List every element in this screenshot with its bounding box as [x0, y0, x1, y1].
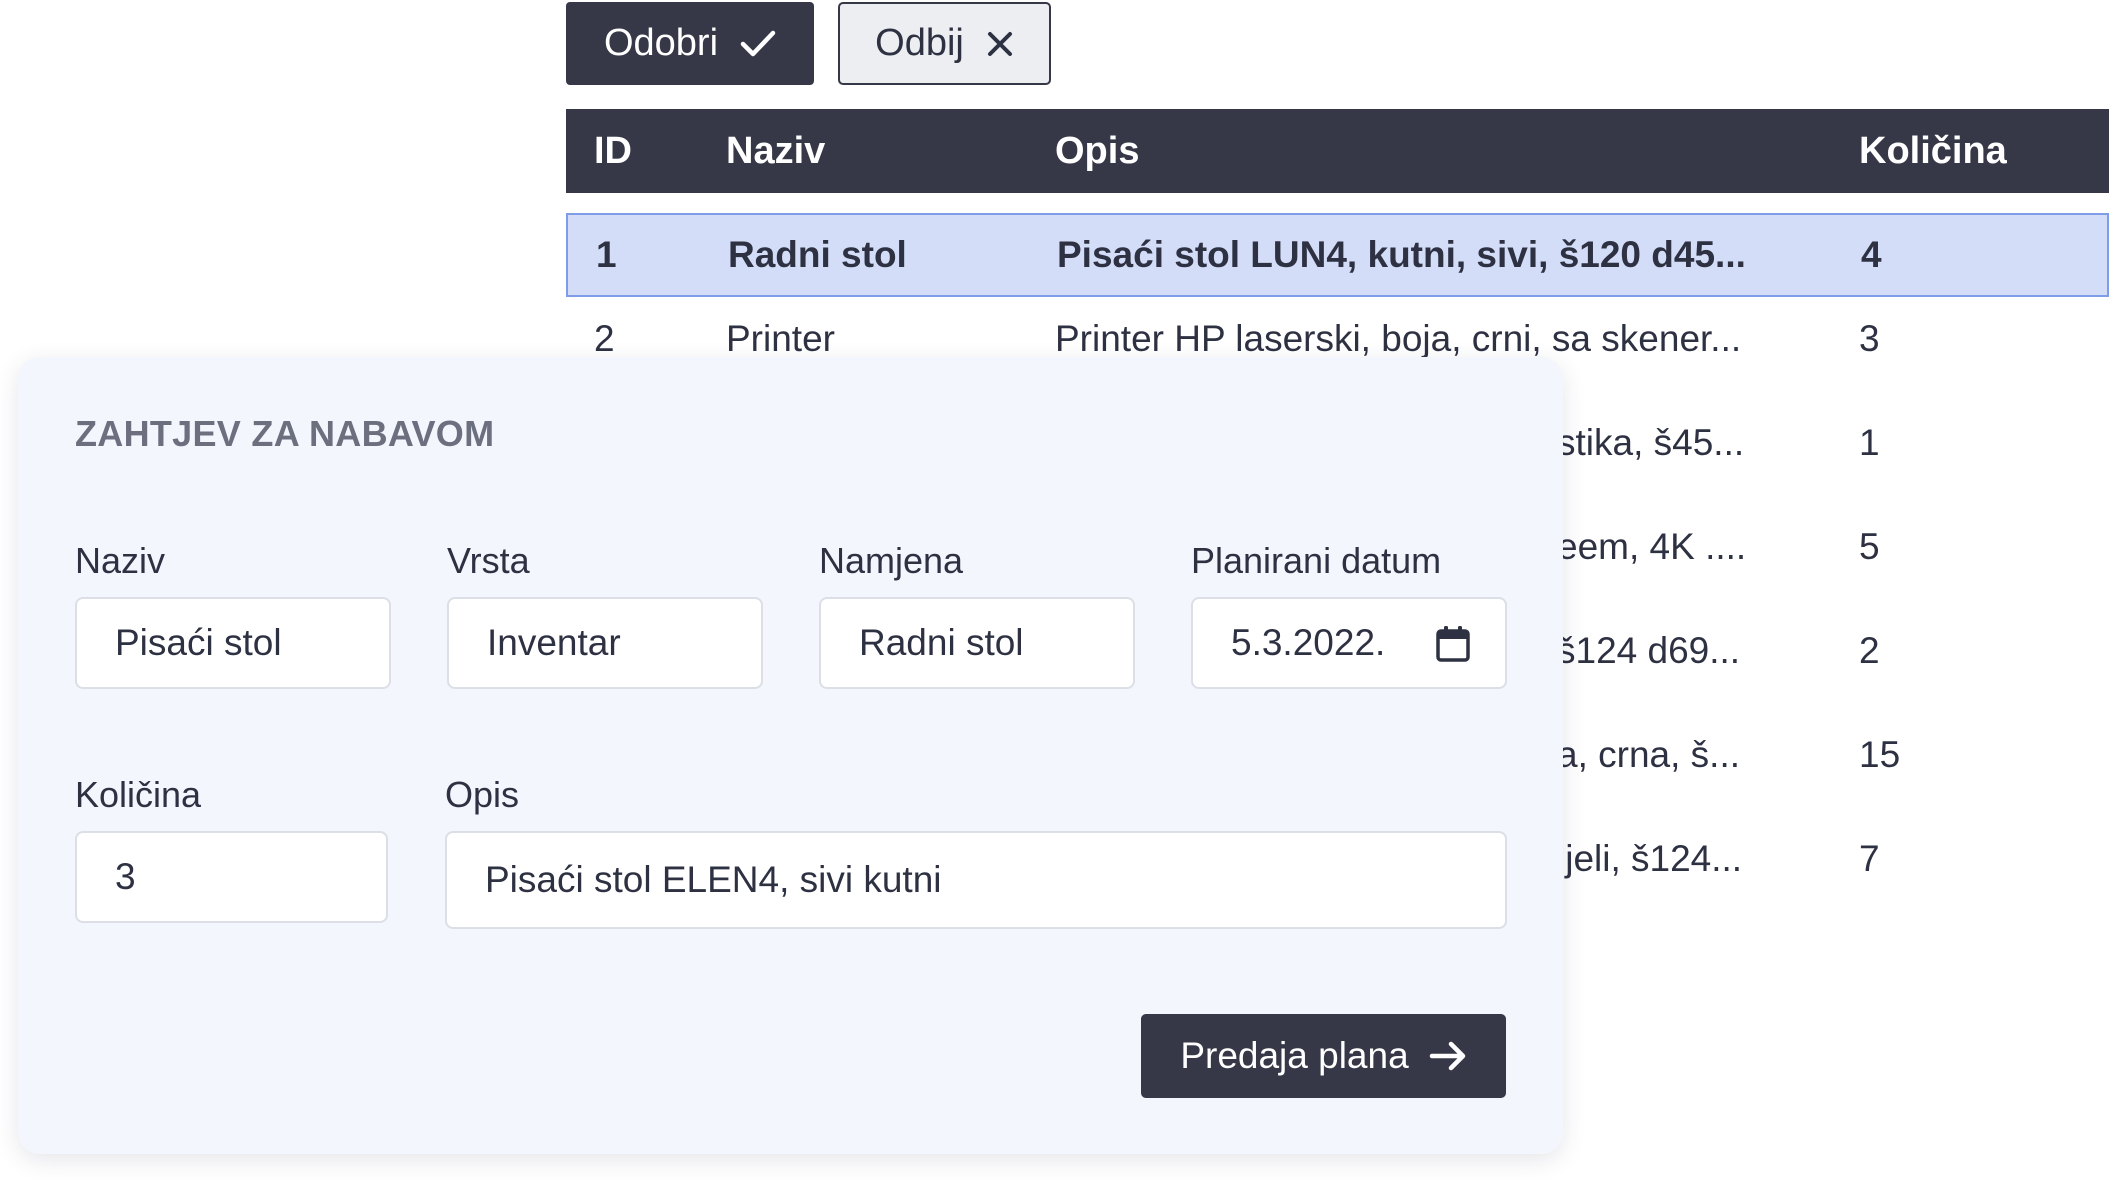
- requests-table: ID Naziv Opis Količina 1 Radni stol Pisa…: [566, 109, 2109, 879]
- reject-label: Odbij: [875, 22, 964, 64]
- cell-opis: ijeli, š124...: [1557, 838, 1743, 879]
- cell-opis: stika, š45...: [1557, 422, 1745, 463]
- column-header-id[interactable]: ID: [594, 109, 632, 193]
- cell-kolicina: 2: [1859, 630, 1880, 671]
- cell-kolicina: 15: [1859, 734, 1901, 775]
- arrow-right-icon: [1429, 1041, 1467, 1071]
- cell-naziv: Radni stol: [728, 234, 907, 275]
- namjena-label: Namjena: [819, 540, 964, 581]
- procurement-request-card: ZAHTJEV ZA NABAVOM Naziv Pisaći stol Vrs…: [18, 357, 1563, 1154]
- calendar-icon[interactable]: [1435, 625, 1471, 672]
- cell-kolicina: 1: [1859, 422, 1880, 463]
- app-screen: Odobri Odbij ID Naziv Opis Količina 1 Ra…: [0, 0, 2109, 1184]
- namjena-input[interactable]: Radni stol: [819, 597, 1135, 689]
- cell-opis: a, crna, š...: [1557, 734, 1741, 775]
- cell-opis: Pisaći stol LUN4, kutni, sivi, š120 d45.…: [1057, 234, 1746, 275]
- cell-opis: š124 d69...: [1557, 630, 1741, 671]
- vrsta-label: Vrsta: [447, 540, 530, 581]
- naziv-value: Pisaći stol: [115, 622, 282, 663]
- table-row[interactable]: 1 Radni stol Pisaći stol LUN4, kutni, si…: [566, 213, 2109, 297]
- table-header: ID Naziv Opis Količina: [566, 109, 2109, 193]
- approve-label: Odobri: [603, 22, 719, 64]
- planirani-datum-input[interactable]: 5.3.2022.: [1191, 597, 1507, 689]
- opis-value: Pisaći stol ELEN4, sivi kutni: [485, 859, 942, 900]
- opis-input[interactable]: Pisaći stol ELEN4, sivi kutni: [445, 831, 1507, 929]
- naziv-label: Naziv: [75, 540, 166, 581]
- form-title: ZAHTJEV ZA NABAVOM: [75, 413, 495, 454]
- column-header-naziv[interactable]: Naziv: [726, 109, 825, 193]
- planirani-datum-value: 5.3.2022.: [1231, 622, 1386, 663]
- close-icon: [986, 30, 1014, 58]
- kolicina-input[interactable]: 3: [75, 831, 388, 923]
- vrsta-value: Inventar: [487, 622, 621, 663]
- cell-kolicina: 5: [1859, 526, 1880, 567]
- cell-kolicina: 3: [1859, 318, 1880, 359]
- opis-label: Opis: [445, 774, 520, 815]
- cell-kolicina: 7: [1859, 838, 1880, 879]
- cell-id: 1: [596, 234, 617, 275]
- column-header-opis[interactable]: Opis: [1055, 109, 1139, 193]
- cell-opis: eem, 4K ....: [1557, 526, 1747, 567]
- check-icon: [740, 29, 776, 59]
- submit-plan-label: Predaja plana: [1180, 1035, 1409, 1076]
- kolicina-label: Količina: [75, 774, 202, 815]
- cell-kolicina: 4: [1861, 234, 1882, 275]
- column-header-kolicina[interactable]: Količina: [1859, 109, 2007, 193]
- submit-plan-button[interactable]: Predaja plana: [1141, 1014, 1506, 1098]
- naziv-input[interactable]: Pisaći stol: [75, 597, 391, 689]
- reject-button[interactable]: Odbij: [838, 2, 1051, 85]
- approve-button[interactable]: Odobri: [566, 2, 814, 85]
- vrsta-input[interactable]: Inventar: [447, 597, 763, 689]
- planirani-datum-label: Planirani datum: [1191, 540, 1442, 581]
- kolicina-value: 3: [115, 856, 136, 897]
- namjena-value: Radni stol: [859, 622, 1024, 663]
